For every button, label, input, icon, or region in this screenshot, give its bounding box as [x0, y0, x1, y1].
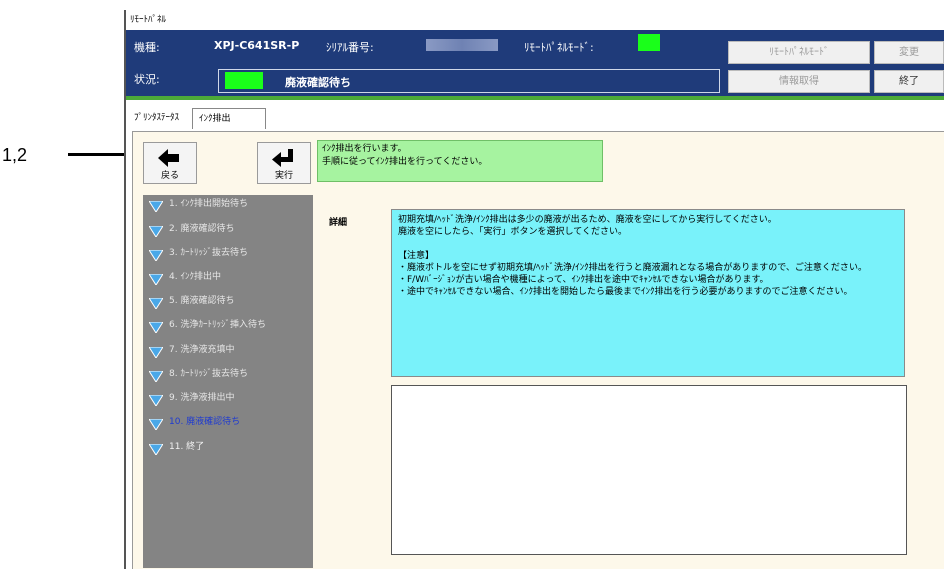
step-label: 10. 廃液確認待ち — [169, 417, 241, 427]
step-item: 9. 洗浄液排出中 — [149, 391, 313, 411]
step-label: 4. ｲﾝｸ排出中 — [169, 272, 221, 282]
detail-line: ・廃液ボトルを空にせず初期充填/ﾍｯﾄﾞ洗浄/ｲﾝｸ排出を行うと廃液漏れとなる場… — [398, 263, 867, 273]
step-label: 5. 廃液確認待ち — [169, 296, 235, 306]
triangle-down-icon — [149, 298, 163, 309]
change-button[interactable]: 変更 — [874, 41, 944, 64]
step-item: 1. ｲﾝｸ排出開始待ち — [149, 197, 313, 217]
tab-strip: ﾌﾟﾘﾝﾀｽﾃｰﾀｽ ｲﾝｸ排出 — [126, 102, 944, 132]
detail-line: 廃液を空にしたら、「実行」ボタンを選択してください。 — [398, 227, 627, 237]
arrow-left-icon — [158, 149, 179, 167]
detail-line: ・途中でｷｬﾝｾﾙできない場合、ｲﾝｸ排出を開始したら最後までｲﾝｸ排出を行う必… — [398, 287, 853, 297]
step-item: 7. 洗浄液充填中 — [149, 343, 313, 363]
header-row-2: 状況: 廃液確認待ち 情報取得 終了 — [126, 63, 944, 94]
step-item: 8. ｶｰﾄﾘｯｼﾞ抜去待ち — [149, 367, 313, 387]
log-area — [391, 385, 907, 555]
status-box: 廃液確認待ち — [218, 69, 720, 93]
header-row-1: 機種: XPJ-C641SR-P ｼﾘｱﾙ番号: ﾘﾓｰﾄﾊﾟﾈﾙﾓｰﾄﾞ: ﾘ… — [126, 30, 944, 64]
step-item: 3. ｶｰﾄﾘｯｼﾞ抜去待ち — [149, 246, 313, 266]
step-item: 2. 廃液確認待ち — [149, 222, 313, 242]
model-value: XPJ-C641SR-P — [214, 39, 300, 52]
detail-line: 【注意】 — [398, 251, 435, 261]
step-label: 3. ｶｰﾄﾘｯｼﾞ抜去待ち — [169, 248, 248, 258]
serial-value-redacted — [426, 39, 498, 51]
step-label: 7. 洗浄液充填中 — [169, 345, 235, 355]
ink-discharge-panel: 戻る 実行 ｲﾝｸ排出を行います。 手順に従ってｲﾝｸ排出を行ってください。 1… — [132, 131, 944, 569]
triangle-down-icon — [149, 444, 163, 455]
step-label: 11. 終了 — [169, 442, 205, 452]
accent-line — [126, 96, 944, 100]
triangle-down-icon — [149, 250, 163, 261]
remote-mode-label: ﾘﾓｰﾄﾊﾟﾈﾙﾓｰﾄﾞ: — [524, 41, 594, 54]
triangle-down-icon — [149, 201, 163, 212]
window-title: ﾘﾓｰﾄﾊﾟﾈﾙ — [130, 15, 167, 25]
remote-mode-button[interactable]: ﾘﾓｰﾄﾊﾟﾈﾙﾓｰﾄﾞ — [728, 41, 870, 64]
detail-line: ・F/Wﾊﾞｰｼﾞｮﾝが古い場合や機種によって、ｲﾝｸ排出を途中でｷｬﾝｾﾙでき… — [398, 275, 769, 285]
step-label: 8. ｶｰﾄﾘｯｼﾞ抜去待ち — [169, 369, 248, 379]
back-button-label: 戻る — [160, 171, 179, 181]
remote-panel-window: ﾘﾓｰﾄﾊﾟﾈﾙ 機種: XPJ-C641SR-P ｼﾘｱﾙ番号: ﾘﾓｰﾄﾊﾟ… — [124, 10, 944, 569]
info-button[interactable]: 情報取得 — [728, 70, 870, 93]
step-item: 5. 廃液確認待ち — [149, 294, 313, 314]
detail-line — [398, 238, 898, 250]
triangle-down-icon — [149, 322, 163, 333]
serial-label: ｼﾘｱﾙ番号: — [326, 41, 374, 54]
tab-printer-status[interactable]: ﾌﾟﾘﾝﾀｽﾃｰﾀｽ — [128, 108, 185, 128]
status-label: 状況: — [134, 73, 160, 86]
detail-box: 初期充填/ﾍｯﾄﾞ洗浄/ｲﾝｸ排出は多少の廃液が出るため、廃液を空にしてから実行… — [391, 209, 905, 377]
triangle-down-icon — [149, 371, 163, 382]
remote-mode-indicator — [638, 34, 660, 51]
message-line-1: ｲﾝｸ排出を行います。 — [322, 144, 407, 154]
triangle-down-icon — [149, 395, 163, 406]
status-indicator — [225, 72, 263, 89]
instruction-message: ｲﾝｸ排出を行います。 手順に従ってｲﾝｸ排出を行ってください。 — [317, 140, 603, 182]
detail-label: 詳細 — [329, 218, 348, 228]
step-label: 6. 洗浄ｶｰﾄﾘｯｼﾞ挿入待ち — [169, 320, 266, 330]
execute-button-label: 実行 — [274, 171, 293, 181]
step-item: 11. 終了 — [149, 440, 313, 460]
end-button[interactable]: 終了 — [874, 70, 944, 93]
back-button[interactable]: 戻る — [143, 142, 197, 184]
status-header: 機種: XPJ-C641SR-P ｼﾘｱﾙ番号: ﾘﾓｰﾄﾊﾟﾈﾙﾓｰﾄﾞ: ﾘ… — [126, 30, 944, 96]
status-value: 廃液確認待ち — [285, 76, 351, 89]
step-label: 9. 洗浄液排出中 — [169, 393, 235, 403]
triangle-down-icon — [149, 226, 163, 237]
step-item: 4. ｲﾝｸ排出中 — [149, 270, 313, 290]
message-line-2: 手順に従ってｲﾝｸ排出を行ってください。 — [322, 157, 488, 167]
triangle-down-icon — [149, 274, 163, 285]
execute-button[interactable]: 実行 — [257, 142, 311, 184]
triangle-down-icon — [149, 419, 163, 430]
return-arrow-icon — [272, 149, 293, 167]
model-label: 機種: — [134, 41, 160, 54]
step-label: 1. ｲﾝｸ排出開始待ち — [169, 199, 248, 209]
step-item: 10. 廃液確認待ち — [149, 415, 313, 435]
triangle-down-icon — [149, 347, 163, 358]
detail-line: 初期充填/ﾍｯﾄﾞ洗浄/ｲﾝｸ排出は多少の廃液が出るため、廃液を空にしてから実行… — [398, 215, 777, 225]
step-item: 6. 洗浄ｶｰﾄﾘｯｼﾞ挿入待ち — [149, 318, 313, 338]
tab-ink-discharge[interactable]: ｲﾝｸ排出 — [192, 108, 266, 129]
step-label: 2. 廃液確認待ち — [169, 224, 235, 234]
step-list: 1. ｲﾝｸ排出開始待ち 2. 廃液確認待ち 3. ｶｰﾄﾘｯｼﾞ抜去待ち 4. ｲﾝ… — [143, 195, 313, 568]
title-bar: ﾘﾓｰﾄﾊﾟﾈﾙ — [126, 10, 944, 30]
callout-label: 1,2 — [2, 145, 28, 165]
